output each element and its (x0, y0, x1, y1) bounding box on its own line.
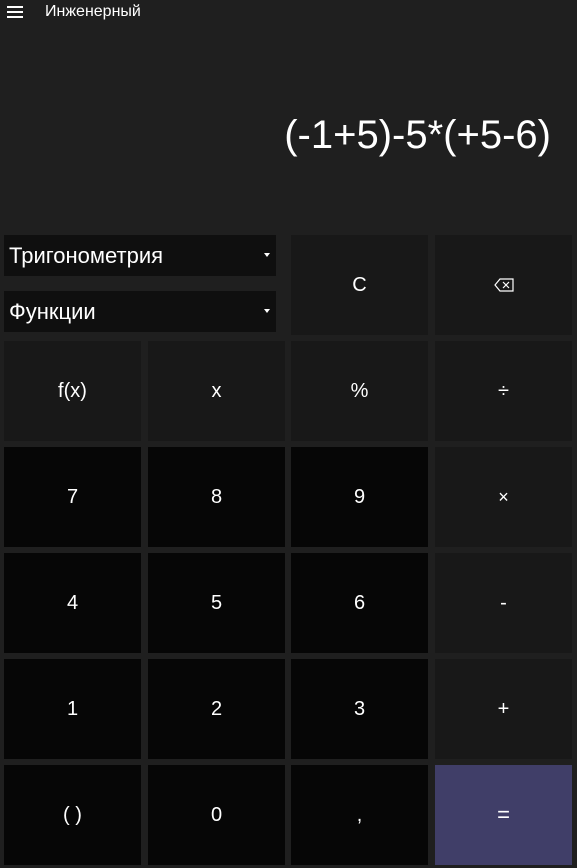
clear-button[interactable]: C (291, 235, 428, 335)
minus-button[interactable]: - (435, 553, 572, 653)
chevron-down-icon (264, 253, 270, 257)
trigonometry-dropdown[interactable]: Тригонометрия (4, 235, 276, 276)
digit-6-button[interactable]: 6 (291, 553, 428, 653)
digit-1-button[interactable]: 1 (4, 659, 141, 759)
digit-5-button[interactable]: 5 (148, 553, 285, 653)
digit-8-button[interactable]: 8 (148, 447, 285, 547)
comma-button[interactable]: , (291, 765, 428, 865)
expression-display: (-1+5)-5*(+5-6) (284, 113, 551, 157)
divide-button[interactable]: ÷ (435, 341, 572, 441)
digit-9-button[interactable]: 9 (291, 447, 428, 547)
equals-button[interactable]: = (435, 765, 572, 865)
percent-button[interactable]: % (291, 341, 428, 441)
hamburger-icon[interactable] (7, 5, 23, 19)
digit-4-button[interactable]: 4 (4, 553, 141, 653)
trigonometry-label: Тригонометрия (9, 243, 164, 268)
functions-label: Функции (9, 299, 96, 324)
backspace-button[interactable] (435, 235, 572, 335)
digit-3-button[interactable]: 3 (291, 659, 428, 759)
function-button[interactable]: f(x) (4, 341, 141, 441)
functions-dropdown[interactable]: Функции (4, 291, 276, 332)
variable-x-button[interactable]: x (148, 341, 285, 441)
parentheses-button[interactable]: ( ) (4, 765, 141, 865)
multiply-button[interactable]: × (435, 447, 572, 547)
plus-button[interactable]: + (435, 659, 572, 759)
digit-7-button[interactable]: 7 (4, 447, 141, 547)
chevron-down-icon (264, 309, 270, 313)
digit-2-button[interactable]: 2 (148, 659, 285, 759)
title-bar: Инженерный (0, 0, 577, 28)
backspace-icon (493, 278, 514, 292)
mode-title: Инженерный (45, 3, 141, 20)
digit-0-button[interactable]: 0 (148, 765, 285, 865)
